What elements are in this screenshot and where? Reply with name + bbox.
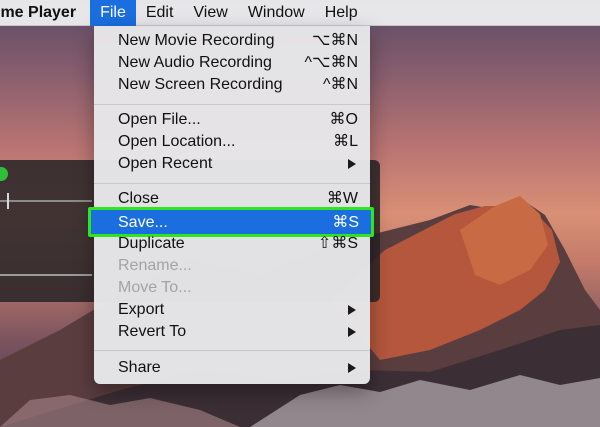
menu-help[interactable]: Help	[315, 0, 368, 26]
menu-separator	[94, 104, 370, 105]
volume-slider-knob[interactable]	[7, 193, 9, 209]
menu-bar: ime Player File Edit View Window Help	[0, 0, 600, 26]
submenu-arrow-icon	[348, 159, 356, 169]
menu-item-label: Share	[118, 359, 161, 376]
menu-item-label: New Audio Recording	[118, 54, 272, 71]
menu-item-label: Move To...	[118, 279, 192, 296]
menu-item-label: Revert To	[118, 323, 187, 340]
menu-item-open-file[interactable]: Open File... ⌘O	[94, 109, 370, 131]
menu-file[interactable]: File	[90, 0, 136, 26]
submenu-arrow-icon	[348, 327, 356, 337]
menu-item-label: Export	[118, 301, 165, 318]
app-name-menu[interactable]: ime Player	[0, 4, 90, 22]
menu-item-label: Duplicate	[118, 235, 185, 252]
menu-item-new-audio-recording[interactable]: New Audio Recording ^⌥⌘N	[94, 52, 370, 74]
menu-item-open-recent[interactable]: Open Recent	[94, 153, 370, 175]
progress-bar	[0, 274, 92, 276]
menu-item-label: Open File...	[118, 111, 201, 128]
menu-view[interactable]: View	[183, 0, 237, 26]
menu-item-label: Rename...	[118, 257, 192, 274]
menu-item-label: New Movie Recording	[118, 32, 275, 49]
shortcut-label: ⌥⌘N	[312, 32, 358, 49]
menu-item-share[interactable]: Share	[94, 357, 370, 379]
shortcut-label: ⇧⌘S	[317, 235, 358, 252]
menu-item-duplicate[interactable]: Duplicate ⇧⌘S	[94, 233, 370, 255]
shortcut-label: ^⌥⌘N	[304, 54, 359, 71]
menu-item-open-location[interactable]: Open Location... ⌘L	[94, 131, 370, 153]
menu-item-move-to: Move To...	[94, 277, 370, 299]
menu-item-rename: Rename...	[94, 255, 370, 277]
menu-window[interactable]: Window	[238, 0, 315, 26]
submenu-arrow-icon	[348, 363, 356, 373]
menu-edit[interactable]: Edit	[136, 0, 184, 26]
menu-item-label: New Screen Recording	[118, 76, 283, 93]
menu-separator	[94, 183, 370, 184]
volume-slider-track[interactable]	[0, 200, 92, 202]
submenu-arrow-icon	[348, 305, 356, 315]
file-menu-dropdown: New Movie Recording ⌥⌘N New Audio Record…	[88, 26, 374, 384]
menu-item-label: Open Location...	[118, 133, 236, 150]
menu-item-label: Open Recent	[118, 155, 213, 172]
menu-item-export[interactable]: Export	[94, 299, 370, 321]
shortcut-label: ^⌘N	[322, 76, 358, 93]
menu-item-new-screen-recording[interactable]: New Screen Recording ^⌘N	[94, 74, 370, 96]
menu-item-revert-to[interactable]: Revert To	[94, 321, 370, 343]
shortcut-label: ⌘L	[333, 133, 358, 150]
menu-item-new-movie-recording[interactable]: New Movie Recording ⌥⌘N	[94, 30, 370, 52]
menu-separator	[94, 350, 370, 351]
shortcut-label: ⌘O	[329, 111, 358, 128]
